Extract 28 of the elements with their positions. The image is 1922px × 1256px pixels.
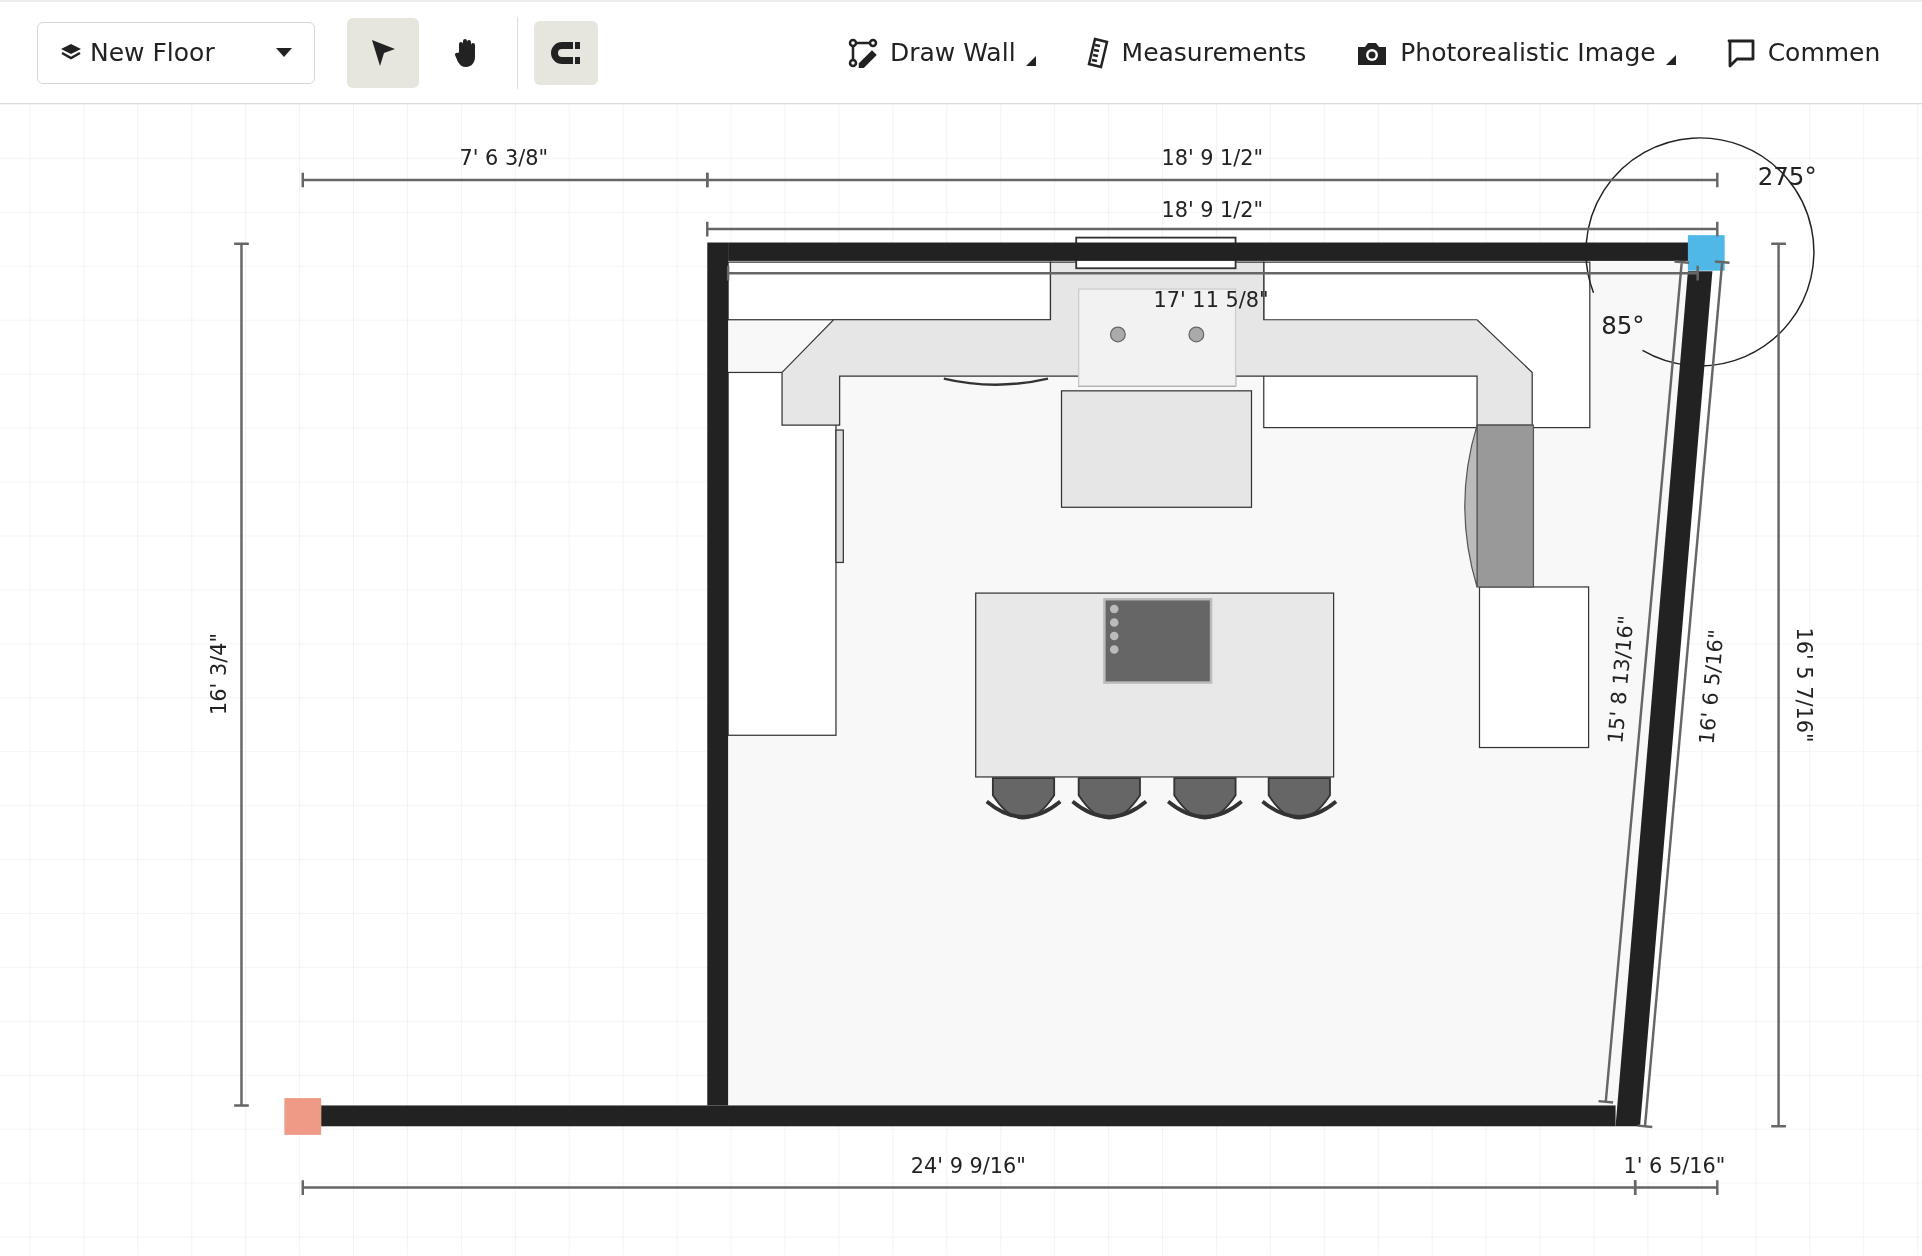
select-tool-button[interactable] xyxy=(347,17,419,88)
dimension-label: 16' 6 5/16" xyxy=(1694,628,1729,746)
dimension-label: 16' 5 7/16" xyxy=(1791,627,1816,743)
wall-endpoint-handle[interactable] xyxy=(1687,235,1725,271)
wall-nodes-icon xyxy=(848,37,878,68)
toolbar-action[interactable]: Measurements xyxy=(1085,36,1307,69)
dimension-label: 16' 3/4" xyxy=(206,633,231,715)
dimension-label: 18' 9 1/2" xyxy=(1161,197,1264,222)
floor-dropdown[interactable]: New Floor xyxy=(37,21,315,84)
submenu-corner-icon xyxy=(1025,55,1036,66)
toolbar-action[interactable]: Commen xyxy=(1725,37,1881,68)
wall-endpoint-handle[interactable] xyxy=(284,1098,322,1135)
comment-icon xyxy=(1725,37,1756,68)
ruler-icon xyxy=(1085,36,1110,69)
dimension-label: 1' 6 5/16" xyxy=(1623,1153,1726,1178)
dimension-label: 7' 6 3/8" xyxy=(459,146,549,171)
snap-toggle[interactable] xyxy=(534,20,598,85)
magnet-icon xyxy=(549,39,583,66)
wall[interactable] xyxy=(707,242,729,1106)
caret-icon xyxy=(276,48,292,57)
dimension-label: 15' 8 13/16" xyxy=(1603,614,1639,745)
submenu-corner-icon xyxy=(1665,55,1676,65)
toolbar-action[interactable]: Photorealistic Image xyxy=(1356,38,1676,67)
dimension-label: 24' 9 9/16" xyxy=(910,1153,1026,1178)
angle-label: 85° xyxy=(1601,311,1645,341)
toolbar-action[interactable]: Draw Wall xyxy=(848,37,1036,68)
dimension-label: 18' 9 1/2" xyxy=(1161,146,1264,171)
wall[interactable] xyxy=(321,1105,1616,1127)
